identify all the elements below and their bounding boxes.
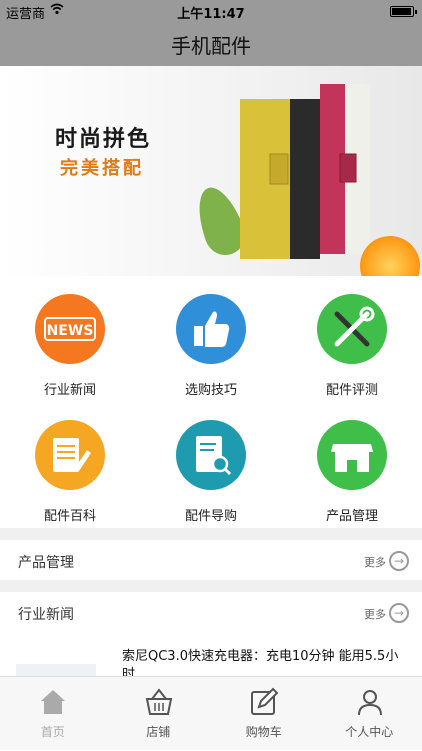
section-divider (0, 580, 422, 592)
banner-slogan-line2: 完美搭配 (60, 154, 144, 180)
category-label: 产品管理 (282, 505, 422, 524)
category-reviews[interactable]: 配件评测 (282, 276, 422, 402)
arrow-right-icon[interactable]: → (389, 551, 409, 571)
tab-label: 个人中心 (317, 723, 422, 740)
edit-icon (249, 687, 279, 717)
banner-carousel[interactable]: 时尚拼色 完美搭配 (0, 66, 422, 276)
phone-case-image (240, 84, 370, 269)
tab-profile[interactable]: 个人中心 (317, 677, 422, 751)
section-title: 行业新闻 (18, 604, 74, 624)
category-encyclopedia[interactable]: 配件百科 (0, 402, 140, 528)
svg-text:NEWS: NEWS (47, 323, 94, 339)
nav-bar: 手机配件 (0, 22, 422, 66)
home-icon (38, 687, 68, 717)
tab-home[interactable]: 首页 (0, 677, 106, 751)
category-label: 选购技巧 (141, 379, 281, 398)
section-title: 产品管理 (18, 552, 74, 572)
basket-icon (144, 687, 174, 717)
category-label: 配件百科 (0, 505, 140, 524)
tab-label: 购物车 (211, 723, 317, 740)
category-buying-tips[interactable]: 选购技巧 (141, 276, 281, 402)
category-label: 配件导购 (141, 505, 281, 524)
category-guide[interactable]: 配件导购 (141, 402, 281, 528)
tab-label: 店铺 (106, 723, 212, 740)
section-divider (0, 528, 422, 540)
status-bar: 运营商 上午11:47 (0, 0, 422, 22)
section-product-management[interactable]: 产品管理 更多 → (0, 540, 422, 584)
category-product-management[interactable]: 产品管理 (282, 402, 422, 528)
user-icon (355, 687, 385, 717)
battery-icon (390, 6, 414, 17)
tab-shop[interactable]: 店铺 (106, 677, 212, 751)
tab-bar: 首页 店铺 购物车 个人中心 (0, 676, 422, 750)
category-industry-news[interactable]: NEWS 行业新闻 (0, 276, 140, 402)
guide-search-icon (176, 420, 246, 490)
banner-slogan-line1: 时尚拼色 (55, 121, 151, 153)
more-link[interactable]: 更多 (364, 554, 386, 570)
thumbs-up-icon (176, 294, 246, 364)
category-grid: NEWS 行业新闻 选购技巧 配件评测 (0, 276, 422, 528)
category-label: 配件评测 (282, 379, 422, 398)
more-link[interactable]: 更多 (364, 606, 386, 622)
status-time: 上午11:47 (0, 3, 422, 22)
news-icon: NEWS (35, 294, 105, 364)
tab-cart[interactable]: 购物车 (211, 677, 317, 751)
section-industry-news[interactable]: 行业新闻 更多 → (0, 592, 422, 636)
tools-icon (317, 294, 387, 364)
category-label: 行业新闻 (0, 379, 140, 398)
encyclopedia-icon (35, 420, 105, 490)
store-icon (317, 420, 387, 490)
arrow-right-icon[interactable]: → (389, 603, 409, 623)
tab-label: 首页 (0, 723, 106, 740)
page-title: 手机配件 (0, 30, 422, 59)
